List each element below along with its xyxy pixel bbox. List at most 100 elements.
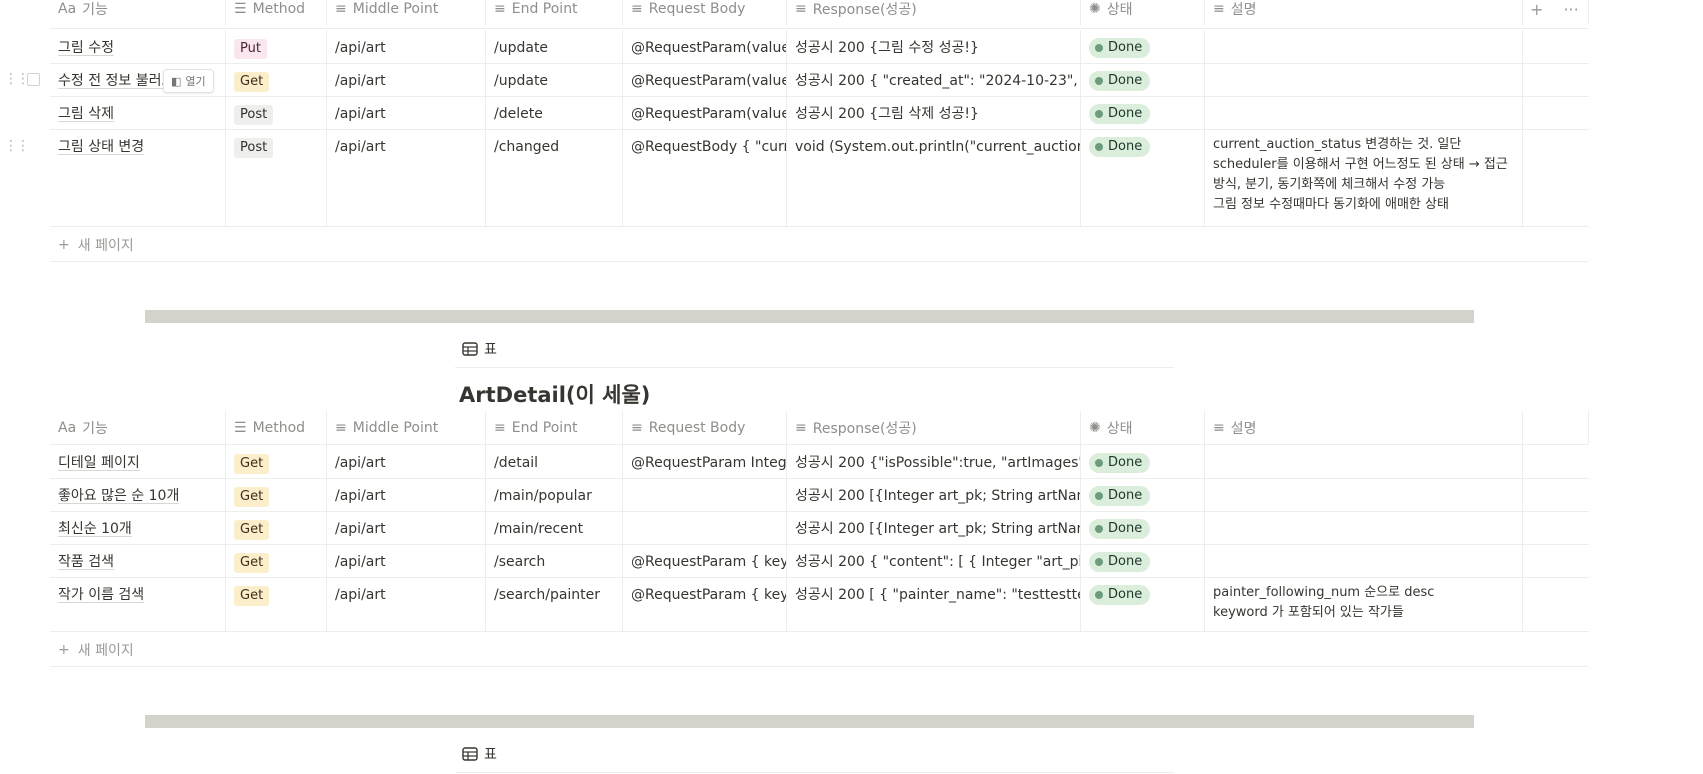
end-point-cell[interactable]: /delete: [486, 96, 623, 129]
drag-handle-icon[interactable]: ⋮⋮: [4, 138, 30, 154]
table-row[interactable]: 그림 상태 변경 Post /api/art /changed @Request…: [50, 129, 1589, 227]
middle-point-cell[interactable]: /api/art: [327, 96, 486, 129]
col-header-end-point[interactable]: ≡ End Point: [486, 0, 623, 25]
row-name[interactable]: 좋아요 많은 순 10개: [58, 488, 179, 504]
row-name[interactable]: 그림 삭제: [58, 106, 114, 122]
table-row[interactable]: 디테일 페이지 Get /api/art /detail @RequestPar…: [50, 445, 1589, 479]
table-row[interactable]: 최신순 10개 Get /api/art /main/recent 성공시 20…: [50, 511, 1589, 545]
middle-point-cell[interactable]: /api/art: [327, 478, 486, 511]
end-point-cell[interactable]: /search: [486, 544, 623, 577]
status-badge[interactable]: Done: [1089, 71, 1151, 91]
table-view-tab[interactable]: 표: [462, 744, 497, 764]
row-name[interactable]: 작가 이름 검색: [58, 587, 144, 603]
open-page-button[interactable]: ◧ 열기: [163, 69, 214, 93]
description-cell[interactable]: [1205, 445, 1523, 478]
request-body-cell[interactable]: @RequestParam(value="art_pk") Integer: [623, 30, 787, 63]
middle-point-cell[interactable]: /api/art: [327, 30, 486, 63]
status-badge[interactable]: Done: [1089, 137, 1151, 157]
col-header-response[interactable]: ≡ Response(성공): [787, 411, 1081, 444]
middle-point-cell[interactable]: /api/art: [327, 63, 486, 96]
col-header-method[interactable]: ☰ Method: [226, 411, 327, 444]
end-point-cell[interactable]: /update: [486, 30, 623, 63]
row-name[interactable]: 그림 상태 변경: [58, 139, 144, 155]
response-cell[interactable]: 성공시 200 {그림 삭제 성공!}: [787, 96, 1081, 129]
status-badge[interactable]: Done: [1089, 486, 1151, 506]
response-cell[interactable]: 성공시 200 { "content": [ { Integer "art_pk…: [787, 544, 1081, 577]
section-divider: [145, 715, 1474, 728]
request-body-cell[interactable]: [623, 511, 787, 544]
request-body-cell[interactable]: @RequestParam { keyword }: [623, 544, 787, 577]
col-header-feature[interactable]: Aa 기능: [50, 0, 226, 25]
middle-point-cell[interactable]: /api/art: [327, 445, 486, 478]
col-header-status[interactable]: ✺ 상태: [1081, 0, 1205, 25]
row-select-checkbox[interactable]: [27, 73, 40, 86]
col-header-middle-point[interactable]: ≡ Middle Point: [327, 0, 486, 25]
new-page-button[interactable]: + 새 페이지: [58, 235, 134, 255]
response-cell[interactable]: 성공시 200 [ { "painter_name": "testtesttes…: [787, 577, 1081, 631]
response-cell[interactable]: 성공시 200 [{Integer art_pk; String artName…: [787, 478, 1081, 511]
status-badge[interactable]: Done: [1089, 38, 1151, 58]
request-body-cell[interactable]: @RequestParam Integer art_pk: [623, 445, 787, 478]
database-title[interactable]: ArtDetail(이 세울): [459, 379, 650, 409]
col-header-description[interactable]: ≡ 설명: [1205, 0, 1523, 25]
table-view-tab[interactable]: 표: [462, 339, 497, 359]
col-header-description[interactable]: ≡ 설명: [1205, 411, 1523, 444]
table-row[interactable]: 그림 수정 Put /api/art /update @RequestParam…: [50, 30, 1589, 64]
request-body-cell[interactable]: @RequestParam(value="art_pk") Integer: [623, 63, 787, 96]
description-cell[interactable]: [1205, 96, 1523, 129]
description-cell[interactable]: [1205, 63, 1523, 96]
end-point-cell[interactable]: /main/popular: [486, 478, 623, 511]
col-header-status[interactable]: ✺ 상태: [1081, 411, 1205, 444]
end-point-cell[interactable]: /changed: [486, 129, 623, 226]
col-header-request-body[interactable]: ≡ Request Body: [623, 0, 787, 25]
description-cell[interactable]: painter_following_num 순으로 desc keyword 가…: [1205, 577, 1523, 631]
table-row[interactable]: 작품 검색 Get /api/art /search @RequestParam…: [50, 544, 1589, 578]
col-header-method[interactable]: ☰ Method: [226, 0, 327, 25]
table-row[interactable]: 그림 삭제 Post /api/art /delete @RequestPara…: [50, 96, 1589, 130]
col-header-middle-point[interactable]: ≡ Middle Point: [327, 411, 486, 444]
new-page-button[interactable]: + 새 페이지: [58, 640, 134, 660]
row-name[interactable]: 그림 수정: [58, 40, 114, 56]
more-options-icon[interactable]: ···: [1563, 0, 1578, 19]
request-body-cell[interactable]: @RequestBody { "current_auction_status": [623, 129, 787, 226]
row-name[interactable]: 작품 검색: [58, 554, 114, 570]
middle-point-cell[interactable]: /api/art: [327, 577, 486, 631]
table-row[interactable]: 수정 전 정보 불러오기 Get /api/art /update @Reque…: [50, 63, 1589, 97]
col-header-response[interactable]: ≡ Response(성공): [787, 0, 1081, 25]
status-badge[interactable]: Done: [1089, 453, 1151, 473]
drag-handle-icon[interactable]: ⋮⋮: [4, 71, 30, 87]
request-body-cell[interactable]: @RequestParam { keyword }: [623, 577, 787, 631]
response-cell[interactable]: void (System.out.println("current_auctio…: [787, 129, 1081, 226]
section-divider: [145, 310, 1474, 323]
status-badge[interactable]: Done: [1089, 552, 1151, 572]
col-header-end-point[interactable]: ≡ End Point: [486, 411, 623, 444]
row-name[interactable]: 디테일 페이지: [58, 455, 140, 471]
end-point-cell[interactable]: /update: [486, 63, 623, 96]
status-badge[interactable]: Done: [1089, 519, 1151, 539]
description-cell[interactable]: [1205, 30, 1523, 63]
add-column-icon[interactable]: +: [1530, 0, 1543, 19]
end-point-cell[interactable]: /search/painter: [486, 577, 623, 631]
description-cell[interactable]: [1205, 511, 1523, 544]
response-cell[interactable]: 성공시 200 {그림 수정 성공!}: [787, 30, 1081, 63]
status-badge[interactable]: Done: [1089, 585, 1151, 605]
status-badge[interactable]: Done: [1089, 104, 1151, 124]
middle-point-cell[interactable]: /api/art: [327, 129, 486, 226]
description-cell[interactable]: [1205, 478, 1523, 511]
end-point-cell[interactable]: /main/recent: [486, 511, 623, 544]
response-cell[interactable]: 성공시 200 [{Integer art_pk; String artName…: [787, 511, 1081, 544]
row-name[interactable]: 최신순 10개: [58, 521, 132, 537]
col-header-request-body[interactable]: ≡ Request Body: [623, 411, 787, 444]
response-cell[interactable]: 성공시 200 { "created_at": "2024-10-23", "m…: [787, 63, 1081, 96]
request-body-cell[interactable]: @RequestParam(value="art_pk") Integer: [623, 96, 787, 129]
middle-point-cell[interactable]: /api/art: [327, 544, 486, 577]
request-body-cell[interactable]: [623, 478, 787, 511]
response-cell[interactable]: 성공시 200 {"isPossible":true, "artImages":…: [787, 445, 1081, 478]
description-cell[interactable]: current_auction_status 변경하는 것. 일단 schedu…: [1205, 129, 1523, 226]
description-cell[interactable]: [1205, 544, 1523, 577]
table-row[interactable]: 작가 이름 검색 Get /api/art /search/painter @R…: [50, 577, 1589, 632]
middle-point-cell[interactable]: /api/art: [327, 511, 486, 544]
table-row[interactable]: 좋아요 많은 순 10개 Get /api/art /main/popular …: [50, 478, 1589, 512]
end-point-cell[interactable]: /detail: [486, 445, 623, 478]
col-header-feature[interactable]: Aa 기능: [50, 411, 226, 444]
